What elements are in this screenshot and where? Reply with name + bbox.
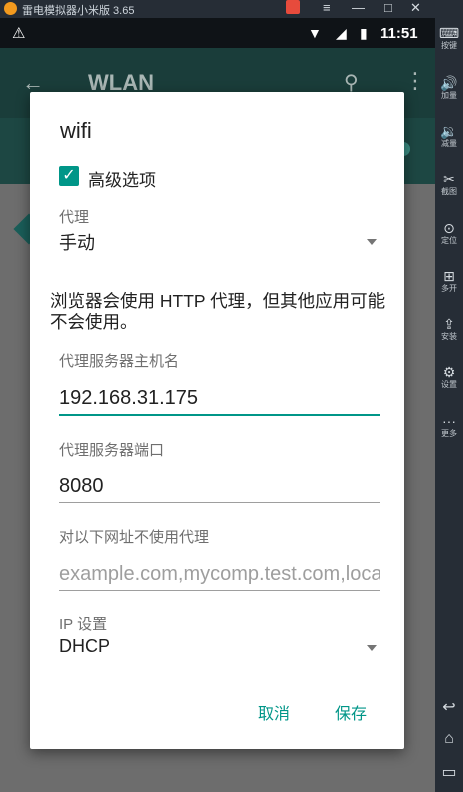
sidebar-label: 截图 — [441, 187, 457, 196]
settings-gear-icon: ⚙ — [442, 364, 456, 380]
sidebar-multi-instance-button[interactable]: ⊞ 多开 — [435, 268, 463, 294]
sidebar-more-dots-button[interactable]: ··· 更多 — [435, 413, 463, 439]
close-button[interactable]: ✕ — [410, 0, 421, 16]
ip-dropdown-icon[interactable] — [367, 645, 377, 651]
advanced-options-label[interactable]: 高级选项 — [88, 166, 156, 191]
android-statusbar: ⚠ ▼ ◢ ▮ 11:51 — [0, 18, 435, 48]
sidebar-settings-gear-button[interactable]: ⚙ 设置 — [435, 364, 463, 390]
volume-up-icon: 🔊 — [440, 75, 458, 91]
multi-instance-icon: ⊞ — [443, 268, 455, 284]
maximize-button[interactable]: □ — [384, 0, 392, 15]
emulator-sidebar: ⌨ 按键 🔊 加量 🔉 减量 ✂ 截图 ⊙ 定位 ⊞ 多开 ⇪ 安装 ⚙ 设置 ··· 更多 ↩ ⌂ ▭ — [435, 0, 463, 792]
sidebar-label: 按键 — [441, 41, 457, 50]
sidebar-label: 安装 — [441, 332, 457, 341]
sidebar-scissors-button[interactable]: ✂ 截图 — [435, 171, 463, 197]
advanced-options-checkbox[interactable]: ✓ — [59, 166, 79, 186]
emulator-title: 雷电模拟器小米版 3.65 — [22, 5, 135, 17]
gift-icon[interactable] — [286, 0, 300, 14]
emulator-titlebar: 雷电模拟器小米版 3.65 ≡ — □ ✕ 《 — [0, 0, 463, 18]
status-time: 11:51 — [380, 25, 418, 42]
sidebar-label: 定位 — [441, 236, 457, 245]
proxy-dropdown-icon[interactable] — [367, 239, 377, 245]
bypass-label: 对以下网址不使用代理 — [59, 529, 210, 546]
sidebar-label: 多开 — [441, 284, 457, 293]
proxy-note: 浏览器会使用 HTTP 代理，但其他应用可能不会使用。 — [50, 291, 386, 332]
proxy-select[interactable]: 手动 — [59, 229, 95, 255]
ip-settings-select[interactable]: DHCP — [59, 636, 110, 657]
sidebar-location-button[interactable]: ⊙ 定位 — [435, 220, 463, 246]
sidebar-apk-install-button[interactable]: ⇪ 安装 — [435, 316, 463, 342]
sidebar-volume-down-button[interactable]: 🔉 减量 — [435, 123, 463, 149]
emulator-logo-icon — [4, 2, 17, 15]
minimize-button[interactable]: — — [352, 0, 365, 15]
overflow-menu-icon[interactable]: ⋮ — [404, 68, 426, 94]
cancel-button[interactable]: 取消 — [258, 700, 290, 724]
host-input[interactable]: 192.168.31.175 — [59, 387, 380, 416]
menu-icon[interactable]: ≡ — [323, 0, 331, 15]
nav-recents-icon[interactable]: ▭ — [435, 762, 463, 782]
bypass-input[interactable]: example.com,mycomp.test.com,localhost — [59, 563, 380, 591]
port-label: 代理服务器端口 — [59, 442, 165, 459]
save-button[interactable]: 保存 — [335, 700, 367, 724]
sidebar-label: 设置 — [441, 380, 457, 389]
sidebar-volume-up-button[interactable]: 🔊 加量 — [435, 75, 463, 101]
scissors-icon: ✂ — [443, 171, 455, 187]
location-icon: ⊙ — [443, 220, 455, 236]
dialog-title: wifi — [60, 118, 92, 143]
nav-home-icon[interactable]: ⌂ — [435, 730, 463, 748]
battery-icon: ▮ — [360, 25, 368, 41]
sidebar-label: 加量 — [441, 91, 457, 100]
sidebar-label: 减量 — [441, 139, 457, 148]
proxy-label: 代理 — [59, 209, 90, 226]
wifi-config-dialog: wifi ✓ 高级选项 代理 手动 浏览器会使用 HTTP 代理，但其他应用可能… — [30, 92, 404, 749]
port-input[interactable]: 8080 — [59, 475, 380, 503]
host-label: 代理服务器主机名 — [59, 353, 180, 370]
apk-install-icon: ⇪ — [443, 316, 455, 332]
volume-down-icon: 🔉 — [440, 123, 458, 139]
cellular-signal-icon: ◢ — [336, 25, 347, 41]
more-dots-icon: ··· — [442, 413, 456, 429]
warning-icon: ⚠ — [12, 25, 26, 42]
ip-settings-label: IP 设置 — [59, 616, 108, 633]
sidebar-label: 更多 — [441, 429, 457, 438]
keyboard-icon: ⌨ — [438, 25, 460, 41]
sidebar-keyboard-button[interactable]: ⌨ 按键 — [435, 25, 463, 51]
nav-back-icon[interactable]: ↩ — [435, 697, 463, 717]
wifi-signal-icon: ▼ — [308, 25, 322, 41]
